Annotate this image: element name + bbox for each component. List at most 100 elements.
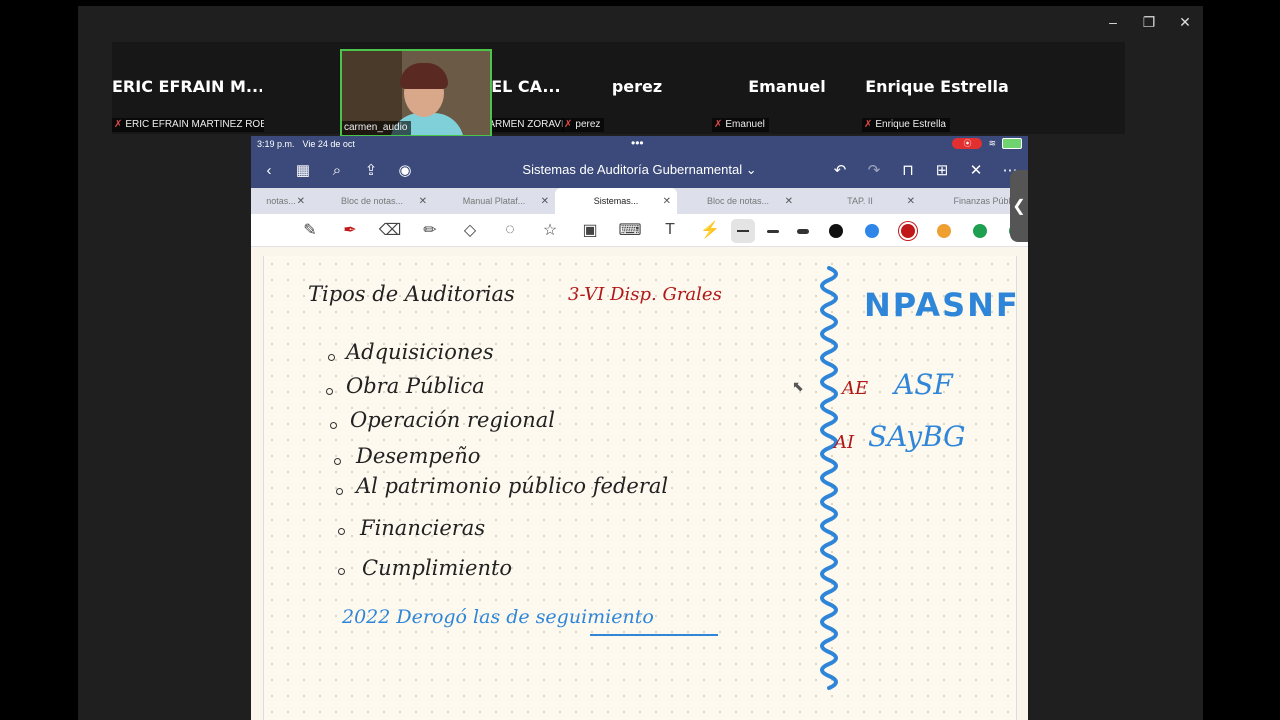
mic-muted-icon: ✗	[714, 119, 723, 130]
tab-label: Bloc de notas...	[340, 196, 404, 206]
sticker-icon[interactable]: ☆	[535, 217, 565, 243]
laser-pointer-icon[interactable]: ⚡	[695, 217, 725, 243]
status-time: 3:19 p.m.	[257, 139, 295, 149]
ai-value: SAyBG	[868, 420, 966, 453]
minimize-button[interactable]: –	[1095, 6, 1131, 38]
shapes-icon[interactable]: ◇	[455, 217, 485, 243]
active-speaker-video[interactable]: carmen_audio	[340, 49, 492, 137]
textbox-icon[interactable]: T	[655, 217, 685, 243]
list-item: Obra Pública	[346, 374, 485, 398]
shared-screen: 3:19 p.m. Vie 24 de oct ••• ⦿ ≋ ‹ ▦ ⌕ ⇪ …	[251, 136, 1028, 720]
participant-label-text: ERIC EFRAIN MARTINEZ ROB...	[125, 119, 264, 130]
pen-options	[731, 219, 1028, 243]
color-orange-swatch[interactable]	[937, 224, 951, 238]
tab-tap[interactable]: TAP. II ✕	[799, 188, 921, 214]
participant-tile[interactable]: Emanuel ✗ Emanuel	[712, 42, 862, 134]
speaker-hair	[400, 63, 448, 89]
tab-sistemas[interactable]: Sistemas... ✕	[555, 188, 677, 214]
tab-notas[interactable]: notas... ✕	[251, 188, 311, 214]
keyboard-icon[interactable]: ⌨	[615, 217, 645, 243]
pen-width-thick[interactable]	[791, 219, 815, 243]
multitask-dots[interactable]: •••	[631, 136, 644, 150]
mic-muted-icon: ✗	[564, 119, 573, 130]
footer-note: 2022 Derogó las de seguimiento	[342, 606, 654, 628]
undo-icon[interactable]: ↶	[830, 158, 850, 182]
participant-label: carmen_audio	[342, 121, 412, 135]
participant-label-text: carmen_audio	[344, 122, 408, 133]
color-blue-swatch[interactable]	[865, 224, 879, 238]
close-icon[interactable]: ✕	[966, 158, 986, 182]
participant-strip: ERIC EFRAIN M... ✗ ERIC EFRAIN MARTINEZ R…	[112, 42, 1125, 134]
highlighter-icon[interactable]: ✏	[415, 217, 445, 243]
participant-label-text: Emanuel	[725, 119, 765, 130]
bookmark-icon[interactable]: ⊓	[898, 158, 918, 182]
tab-bloc-notas-2[interactable]: Bloc de notas... ✕	[677, 188, 799, 214]
participant-tile[interactable]: ERIC EFRAIN M... ✗ ERIC EFRAIN MARTINEZ R…	[112, 42, 264, 134]
tab-label: Bloc de notas...	[706, 196, 770, 206]
bullet-icon	[326, 388, 333, 395]
tab-label: Sistemas...	[593, 196, 639, 206]
mic-muted-icon: ✗	[114, 119, 123, 130]
pen-width-thin[interactable]	[731, 219, 755, 243]
ai-label: AI	[834, 432, 855, 453]
eraser-icon[interactable]: ⌫	[375, 217, 405, 243]
bullet-icon	[336, 488, 343, 495]
notes-navbar: ‹ ▦ ⌕ ⇪ ◉ Sistemas de Auditoría Gubernam…	[251, 152, 1028, 188]
bullet-icon	[338, 528, 345, 535]
participant-label-text: perez	[575, 119, 601, 130]
wifi-icon: ≋	[988, 138, 996, 148]
participant-name: Enrique Estrella	[865, 77, 1009, 96]
notebook-page[interactable]: Tipos de Auditorias 3-VI Disp. Grales Ad…	[263, 256, 1020, 720]
maximize-button[interactable]: ❐	[1131, 6, 1167, 38]
tab-close-icon[interactable]: ✕	[297, 196, 305, 207]
participant-label: ✗ ERIC EFRAIN MARTINEZ ROB...	[112, 118, 264, 132]
list-item: Cumplimiento	[362, 556, 513, 580]
window-controls: – ❐ ✕	[1095, 6, 1203, 38]
cursor-icon: ⬉	[792, 378, 804, 394]
participant-name: Emanuel	[748, 77, 826, 96]
mic-muted-icon: ✗	[864, 119, 873, 130]
tab-label: TAP. II	[847, 196, 873, 206]
tab-manual[interactable]: Manual Plataf... ✕	[433, 188, 555, 214]
redo-icon[interactable]: ↷	[864, 158, 884, 182]
tab-bloc-notas[interactable]: Bloc de notas... ✕	[311, 188, 433, 214]
color-green-swatch[interactable]	[973, 224, 987, 238]
participant-name: perez	[611, 77, 663, 96]
status-icons: ⦿ ≋	[952, 138, 1022, 149]
tab-label: Finanzas Públ	[953, 196, 1011, 206]
tab-close-icon[interactable]: ✕	[419, 196, 427, 207]
pen-width-medium[interactable]	[761, 219, 785, 243]
color-red-swatch[interactable]	[901, 224, 915, 238]
color-black-swatch[interactable]	[829, 224, 843, 238]
list-item: Financieras	[360, 516, 486, 540]
list-item: Operación regional	[350, 408, 555, 432]
tab-close-icon[interactable]: ✕	[541, 196, 549, 207]
tab-label: notas...	[266, 196, 296, 206]
add-page-icon[interactable]: ⊞	[932, 158, 952, 182]
side-title: NPASNF	[864, 286, 1020, 324]
participant-label: ✗ perez	[562, 118, 605, 132]
notes-title: Tipos de Auditorias	[308, 282, 515, 306]
notebook-tabs: notas... ✕ Bloc de notas... ✕ Manual Plata…	[251, 188, 1028, 214]
tab-close-icon[interactable]: ✕	[663, 196, 671, 207]
battery-icon	[1002, 138, 1022, 149]
participant-label: ✗ Emanuel	[712, 118, 769, 132]
lasso-text-icon[interactable]: ✎	[295, 217, 325, 243]
tab-close-icon[interactable]: ✕	[907, 196, 915, 207]
tab-label: Manual Plataf...	[462, 196, 526, 206]
underline	[590, 634, 718, 636]
sidebar-handle[interactable]: ❮	[1010, 170, 1028, 242]
list-item: Adquisiciones	[346, 340, 494, 364]
participant-tile[interactable]: Enrique Estrella ✗ Enrique Estrella	[862, 42, 1012, 134]
pen-icon[interactable]: ✒	[335, 217, 365, 243]
tab-close-icon[interactable]: ✕	[785, 196, 793, 207]
close-window-button[interactable]: ✕	[1167, 6, 1203, 38]
image-icon[interactable]: ▣	[575, 217, 605, 243]
list-item: Desempeño	[356, 444, 481, 468]
bullet-icon	[334, 458, 341, 465]
status-bar: 3:19 p.m. Vie 24 de oct ••• ⦿ ≋	[251, 136, 1028, 152]
lasso-icon[interactable]: ◌	[495, 217, 525, 243]
participant-label-text: Enrique Estrella	[875, 119, 946, 130]
participant-tile[interactable]: perez ✗ perez	[562, 42, 712, 134]
participant-label: ✗ Enrique Estrella	[862, 118, 950, 132]
